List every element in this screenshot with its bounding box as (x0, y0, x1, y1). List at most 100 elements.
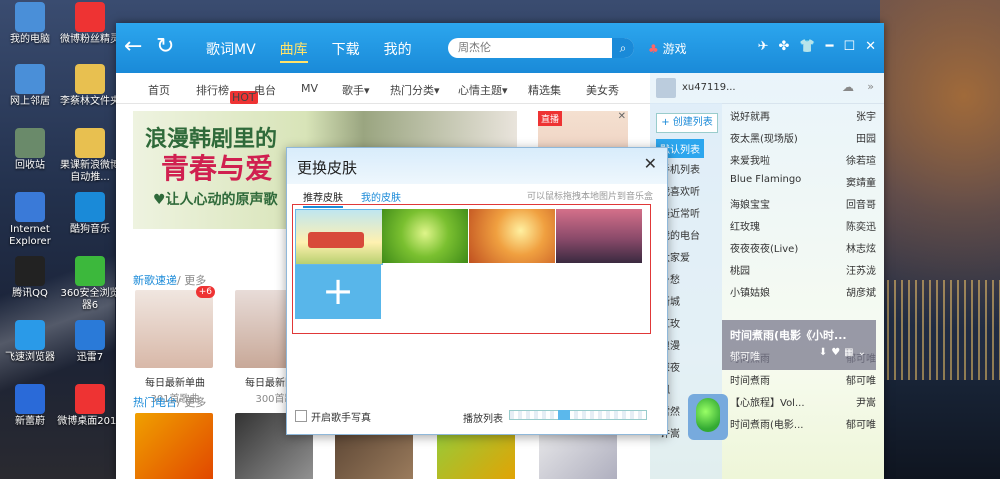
app-icon (75, 320, 105, 350)
desktop-icon[interactable]: 腾讯QQ (0, 256, 64, 300)
desktop-icon-label: 我的电脑 (10, 34, 50, 45)
more-link[interactable]: / 更多 (177, 396, 206, 409)
song-row[interactable]: 红玫瑰 陈奕迅 (730, 213, 876, 235)
song-name: 桃园 (730, 266, 750, 277)
song-name: 海娘宝宝 (730, 200, 770, 211)
back-arrow-icon[interactable]: ← (124, 35, 142, 59)
new-songs-title[interactable]: 新歌速递/ 更多 (133, 272, 206, 288)
now-playing-controls[interactable]: ⬇♥▦⌄ (819, 347, 870, 358)
skin-thumb-leaf[interactable] (382, 209, 468, 263)
tab-3[interactable]: 我的 (384, 39, 412, 63)
desktop-icon[interactable]: 回收站 (0, 128, 64, 172)
tab-my-skins[interactable]: 我的皮肤 (361, 189, 401, 204)
shirt-icon[interactable]: 👕 (799, 39, 815, 54)
skin-thumb-dusk[interactable] (556, 209, 642, 263)
song-row[interactable]: 【心旅程】Vol... 尹嵩 (730, 389, 876, 411)
opacity-slider[interactable] (509, 410, 647, 420)
new-song-card[interactable]: +6 每日最新单曲 301首歌曲 (135, 286, 215, 405)
singer-photo-checkbox[interactable] (295, 410, 307, 422)
minimize-icon[interactable]: ━ (826, 39, 834, 54)
close-icon[interactable]: ✕ (644, 154, 657, 173)
song-name: 小镇姑娘 (730, 288, 770, 299)
right-panel: xu47119... ☁ » + 创建列表 默认列表 手机列表 我喜欢听 最近常听 我的… (650, 73, 884, 479)
song-row[interactable]: 时间煮雨 郁可唯 (730, 367, 876, 389)
subnav-item[interactable]: 歌手▾ (342, 82, 370, 98)
app-icon (15, 128, 45, 158)
hot-radio-label: 热门电台 (133, 396, 177, 409)
skin-thumb-bottle[interactable] (469, 209, 555, 263)
song-name: Blue Flamingo (730, 174, 802, 185)
desktop-icon[interactable]: Internet Explorer (0, 192, 64, 248)
song-row[interactable]: 时间煮雨(电影... 郁可唯 (730, 411, 876, 433)
desktop-icon-label: 飞速浏览器 (5, 352, 55, 363)
subnav-item[interactable]: 美女秀 (586, 82, 619, 98)
cloud-icon[interactable]: ☁ (842, 80, 854, 94)
song-name: 说好就再 (730, 112, 770, 123)
app-icon (15, 384, 45, 414)
song-row[interactable]: 说好就再 张宇 (730, 103, 876, 125)
new-songs-label: 新歌速递 (133, 274, 177, 287)
desktop-icon[interactable]: 新蕾蔚 (0, 384, 64, 428)
sub-navigation: 首页 排行榜 HOT 电台 MV 歌手▾ 热门分类▾ 心情主题▾ 精选集 美女秀 (116, 73, 650, 104)
subnav-item[interactable]: 首页 (148, 82, 170, 98)
subnav-item[interactable]: 精选集 (528, 82, 561, 98)
tab-1[interactable]: 曲库 (279, 39, 308, 63)
app-icon (15, 192, 45, 222)
song-row[interactable]: Blue Flamingo 窦靖童 (730, 169, 876, 191)
subnav-item[interactable]: 排行榜 HOT (196, 82, 258, 104)
song-row[interactable]: 夜太黑(现场版) 田园 (730, 125, 876, 147)
song-row[interactable]: 夜夜夜夜(Live) 林志炫 (730, 235, 876, 257)
new-list-button[interactable]: + 创建列表 (656, 113, 718, 133)
close-icon[interactable]: ✕ (865, 39, 876, 54)
subnav-item[interactable]: 心情主题▾ (458, 82, 508, 98)
tab-2[interactable]: 下载 (332, 39, 360, 63)
skin-icon[interactable]: ✈ (758, 39, 769, 54)
desktop-icon[interactable]: 李蔡林文件夹 (56, 64, 124, 108)
skin-thumb-train[interactable] (295, 209, 383, 265)
now-playing[interactable]: 时间煮雨(电影《小时... 郁可唯 ⬇♥▦⌄ (722, 320, 876, 370)
song-row[interactable]: 来爱我啦 徐若瑄 (730, 147, 876, 169)
egg-widget[interactable] (688, 394, 728, 440)
subnav-item[interactable]: 热门分类▾ (390, 82, 440, 98)
desktop-icon[interactable]: 网上邻居 (0, 64, 64, 108)
desktop-icon[interactable]: 飞速浏览器 (0, 320, 64, 364)
top-bar: ← ↻ 歌词MV 曲库下载我的 ⌕ ♣ 游戏 ✈ ✤ 👕 ━ ☐ ✕ (116, 23, 884, 73)
subnav-item[interactable]: MV (301, 82, 318, 95)
search-box: ⌕ (448, 38, 634, 58)
refresh-icon[interactable]: ↻ (156, 35, 174, 59)
collapse-icon[interactable]: » (867, 80, 874, 93)
maximize-icon[interactable]: ☐ (843, 39, 855, 54)
tab-0[interactable]: 歌词MV (206, 39, 256, 63)
song-name: 夜太黑(现场版) (730, 134, 798, 145)
app-icon (75, 128, 105, 158)
search-icon[interactable]: ⌕ (612, 38, 634, 58)
desktop-icon[interactable]: 微博桌面2014 (56, 384, 124, 428)
avatar[interactable] (656, 78, 676, 98)
song-row[interactable]: 小镇姑娘 胡彦斌 (730, 279, 876, 301)
desktop-icon[interactable]: 我的电脑 (0, 2, 64, 46)
hot-radio-title[interactable]: 热门电台/ 更多 (133, 394, 206, 410)
slider-thumb[interactable] (558, 410, 570, 420)
username[interactable]: xu47119... (682, 82, 736, 93)
app-icon[interactable]: ✤ (779, 39, 790, 54)
desktop-icon[interactable]: 360安全浏览器6 (56, 256, 124, 312)
song-name: 红玫瑰 (730, 222, 760, 233)
app-icon (75, 384, 105, 414)
app-icon (15, 64, 45, 94)
close-icon[interactable]: ✕ (618, 111, 626, 122)
song-artist: 陈奕迅 (846, 222, 876, 233)
song-artist: 郁可唯 (846, 376, 876, 387)
desktop-icon[interactable]: 迅雷7 (56, 320, 124, 364)
desktop-icon[interactable]: 微博粉丝精灵 (56, 2, 124, 46)
search-input[interactable] (456, 40, 610, 55)
song-row[interactable]: 桃园 汪苏泷 (730, 257, 876, 279)
desktop-icon[interactable]: 果课新浪微博自动推... (56, 128, 124, 184)
dialog-title: 更换皮肤 (297, 159, 358, 177)
desktop-icon[interactable]: 酷狗音乐 (56, 192, 124, 236)
game-link[interactable]: ♣ 游戏 (648, 40, 687, 57)
song-row[interactable]: 海娘宝宝 回音哥 (730, 191, 876, 213)
subnav-item[interactable]: 电台 (254, 82, 276, 98)
add-skin-button[interactable]: + (295, 265, 381, 319)
radio-card[interactable] (135, 413, 213, 479)
drag-hint: 可以鼠标拖拽本地图片到音乐盒 (526, 192, 653, 202)
